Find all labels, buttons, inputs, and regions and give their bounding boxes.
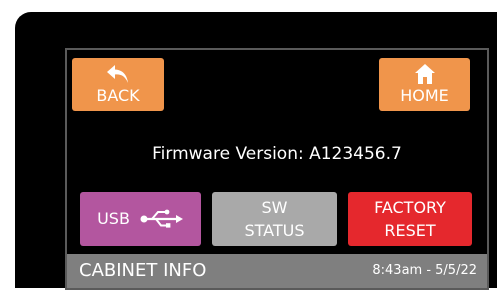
home-button-label: HOME	[400, 86, 449, 105]
usb-button-label: USB	[97, 208, 130, 228]
footer-bar: CABINET INFO 8:43am - 5/5/22	[67, 254, 487, 288]
sw-status-label-line2: STATUS	[244, 221, 305, 240]
datetime-display: 8:43am - 5/5/22	[372, 263, 477, 278]
back-arrow-icon	[107, 65, 128, 83]
factory-reset-button[interactable]: FACTORY RESET	[348, 192, 472, 246]
back-button[interactable]: BACK	[72, 58, 164, 111]
home-icon	[414, 64, 435, 84]
screen: BACK HOME Firmware Version: A123456.7 US…	[65, 48, 489, 290]
usb-button[interactable]: USB	[80, 192, 201, 246]
factory-reset-label-line2: RESET	[384, 221, 436, 240]
device-bezel: BACK HOME Firmware Version: A123456.7 US…	[15, 12, 497, 290]
sw-status-button[interactable]: SW STATUS	[212, 192, 337, 246]
factory-reset-label-line1: FACTORY	[374, 198, 446, 217]
usb-icon	[140, 209, 183, 228]
back-button-label: BACK	[96, 86, 140, 105]
home-button[interactable]: HOME	[379, 58, 470, 111]
sw-status-label-line1: SW	[261, 198, 288, 217]
firmware-version: Firmware Version: A123456.7	[152, 144, 402, 164]
page-title: CABINET INFO	[79, 260, 207, 281]
